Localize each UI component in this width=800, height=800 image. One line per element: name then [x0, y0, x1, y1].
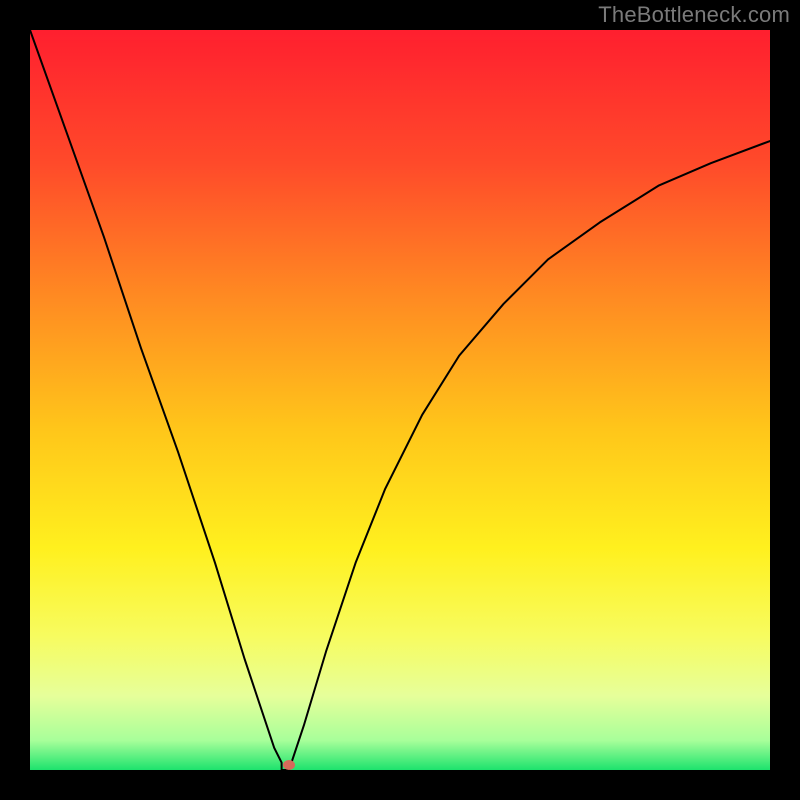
gradient-background: [30, 30, 770, 770]
chart-frame: TheBottleneck.com: [0, 0, 800, 800]
plot-area: [30, 30, 770, 770]
watermark-text: TheBottleneck.com: [598, 2, 790, 28]
min-point-marker: [283, 760, 295, 770]
chart-svg: [30, 30, 770, 770]
